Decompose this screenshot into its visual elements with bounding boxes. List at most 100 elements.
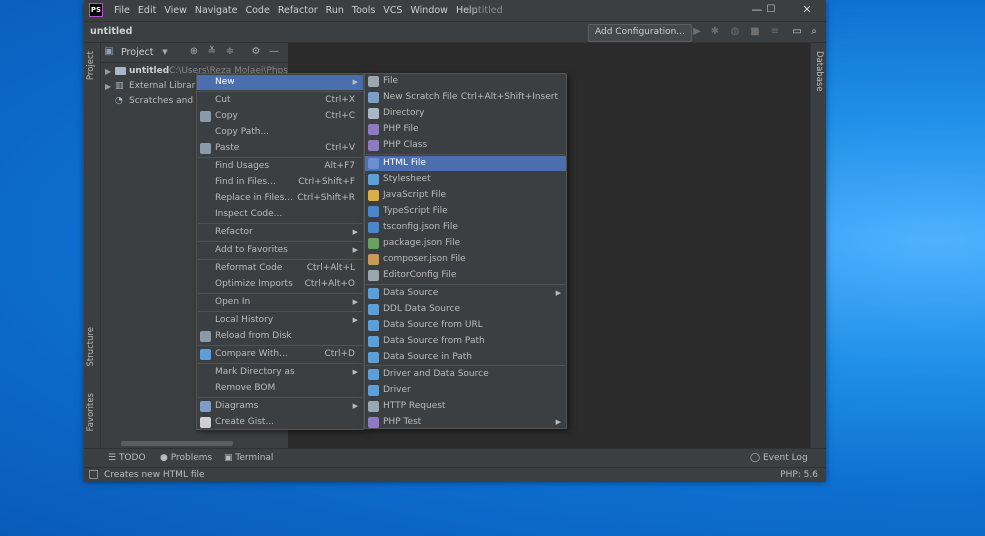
expand-arrow-icon[interactable]: ▶ xyxy=(105,79,111,94)
stop-icon[interactable]: ■ xyxy=(748,25,762,39)
project-view-selector[interactable]: Project xyxy=(121,43,154,62)
run-icon[interactable]: ▶ xyxy=(690,25,704,39)
menu-item-replace-in-files[interactable]: Replace in Files... Ctrl+Shift+R xyxy=(197,191,363,206)
menu-item-label: Data Source from URL xyxy=(383,320,483,330)
menu-navigate[interactable]: Navigate xyxy=(191,0,242,21)
submenu-arrow-icon: ▶ xyxy=(555,418,561,426)
menu-item-tsconfig-json-file[interactable]: tsconfig.json File xyxy=(365,220,566,235)
menu-item-package-json-file[interactable]: package.json File xyxy=(365,236,566,251)
menu-item-php-file[interactable]: PHP File xyxy=(365,122,566,137)
menu-item-stylesheet[interactable]: Stylesheet xyxy=(365,172,566,187)
menu-item-new[interactable]: New ▶ xyxy=(197,75,363,90)
menu-item-remove-bom[interactable]: Remove BOM xyxy=(197,381,363,396)
menu-item-data-source-from-path[interactable]: Data Source from Path xyxy=(365,334,566,349)
database-tool-tab[interactable]: Database xyxy=(814,51,824,92)
menu-separator xyxy=(198,345,362,346)
gear-icon xyxy=(368,270,379,281)
menu-item-compare-with[interactable]: Compare With... Ctrl+D xyxy=(197,347,363,362)
menu-item-mark-directory-as[interactable]: Mark Directory as ▶ xyxy=(197,365,363,380)
gear-icon[interactable]: ⚙ xyxy=(249,45,263,59)
menu-item-new-scratch-file[interactable]: New Scratch File Ctrl+Alt+Shift+Insert xyxy=(365,90,566,105)
title-bar: PS File Edit View Navigate Code Refactor… xyxy=(84,0,826,21)
event-log-tab[interactable]: ◯ Event Log xyxy=(750,449,808,467)
menu-item-shortcut: Ctrl+X xyxy=(325,95,355,105)
maximize-button[interactable]: ☐ xyxy=(754,0,788,21)
terminal-tab[interactable]: ▣ Terminal xyxy=(224,449,273,467)
debug-icon[interactable]: ✱ xyxy=(708,25,722,39)
menu-item-php-test[interactable]: PHP Test ▶ xyxy=(365,415,566,430)
menu-item-composer-json-file[interactable]: composer.json File xyxy=(365,252,566,267)
menu-run[interactable]: Run xyxy=(322,0,348,21)
menu-item-http-request[interactable]: HTTP Request xyxy=(365,399,566,414)
favorites-tool-tab[interactable]: Favorites xyxy=(86,393,96,431)
menu-item-data-source-from-url[interactable]: Data Source from URL xyxy=(365,318,566,333)
layout-icon[interactable]: ▭ xyxy=(790,25,804,39)
hide-icon[interactable]: — xyxy=(267,45,281,59)
expand-arrow-icon[interactable]: ▶ xyxy=(105,64,111,79)
menu-item-directory[interactable]: Directory xyxy=(365,106,566,121)
menu-window[interactable]: Window xyxy=(406,0,451,21)
locate-icon[interactable]: ⊕ xyxy=(187,45,201,59)
search-icon[interactable]: ⌕ xyxy=(807,25,821,39)
css-icon xyxy=(368,174,379,185)
menu-item-data-source[interactable]: Data Source ▶ xyxy=(365,286,566,301)
menu-refactor[interactable]: Refactor xyxy=(274,0,322,21)
menu-tools[interactable]: Tools xyxy=(348,0,379,21)
menu-item-inspect-code[interactable]: Inspect Code... xyxy=(197,207,363,222)
tree-item-label: untitled xyxy=(129,66,170,76)
menu-separator xyxy=(366,154,565,155)
menu-view[interactable]: View xyxy=(160,0,191,21)
menu-item-cut[interactable]: Cut Ctrl+X xyxy=(197,93,363,108)
menu-lines-icon[interactable]: ≡ xyxy=(768,25,782,39)
close-button[interactable]: ✕ xyxy=(790,0,824,21)
menu-code[interactable]: Code xyxy=(241,0,273,21)
menu-file[interactable]: File xyxy=(110,0,134,21)
menu-item-label: Data Source in Path xyxy=(383,352,472,362)
navigation-bar: untitled Add Configuration... ▶ ✱ ◍ ■ ≡ … xyxy=(84,21,826,43)
menu-item-javascript-file[interactable]: JavaScript File xyxy=(365,188,566,203)
menu-item-file[interactable]: File xyxy=(365,74,566,89)
coverage-icon[interactable]: ◍ xyxy=(728,25,742,39)
menu-item-ddl-data-source[interactable]: DDL Data Source xyxy=(365,302,566,317)
problems-tab[interactable]: ● Problems xyxy=(160,449,212,467)
submenu-arrow-icon: ▶ xyxy=(352,298,358,306)
menu-item-copy-path[interactable]: Copy Path... xyxy=(197,125,363,140)
breadcrumb[interactable]: untitled xyxy=(90,22,132,42)
todo-tab[interactable]: ☰ TODO xyxy=(108,449,146,467)
menu-item-open-in[interactable]: Open In ▶ xyxy=(197,295,363,310)
php-version-indicator[interactable]: PHP: 5.6 xyxy=(780,468,818,482)
expand-all-icon[interactable]: ≚ xyxy=(205,45,219,59)
add-configuration-button[interactable]: Add Configuration... xyxy=(588,24,692,42)
menu-item-optimize-imports[interactable]: Optimize Imports Ctrl+Alt+O xyxy=(197,277,363,292)
menu-edit[interactable]: Edit xyxy=(134,0,160,21)
phpstorm-logo-icon: PS xyxy=(89,3,103,17)
menu-item-copy[interactable]: Copy Ctrl+C xyxy=(197,109,363,124)
collapse-all-icon[interactable]: ≑ xyxy=(223,45,237,59)
menu-item-local-history[interactable]: Local History ▶ xyxy=(197,313,363,328)
horizontal-scrollbar[interactable] xyxy=(121,441,233,446)
menu-item-driver[interactable]: Driver xyxy=(365,383,566,398)
menu-item-find-in-files[interactable]: Find in Files... Ctrl+Shift+F xyxy=(197,175,363,190)
project-tool-tab[interactable]: Project xyxy=(86,51,96,80)
menu-item-find-usages[interactable]: Find Usages Alt+F7 xyxy=(197,159,363,174)
menu-item-create-gist[interactable]: Create Gist... xyxy=(197,415,363,430)
menu-item-paste[interactable]: Paste Ctrl+V xyxy=(197,141,363,156)
scissors-icon xyxy=(200,95,211,106)
menu-item-editorconfig-file[interactable]: EditorConfig File xyxy=(365,268,566,283)
chevron-down-icon[interactable]: ▼ xyxy=(158,45,172,59)
menu-vcs[interactable]: VCS xyxy=(379,0,406,21)
menu-item-label: File xyxy=(383,76,399,86)
menu-item-refactor[interactable]: Refactor ▶ xyxy=(197,225,363,240)
menu-item-add-to-favorites[interactable]: Add to Favorites ▶ xyxy=(197,243,363,258)
menu-item-diagrams[interactable]: Diagrams ▶ xyxy=(197,399,363,414)
tsconfig-icon xyxy=(368,222,379,233)
menu-item-reload-from-disk[interactable]: Reload from Disk xyxy=(197,329,363,344)
menu-item-driver-and-data-source[interactable]: Driver and Data Source xyxy=(365,367,566,382)
menu-item-php-class[interactable]: PHP Class xyxy=(365,138,566,153)
toggle-tool-windows-icon[interactable] xyxy=(89,470,98,479)
menu-item-data-source-in-path[interactable]: Data Source in Path xyxy=(365,350,566,365)
structure-tool-tab[interactable]: Structure xyxy=(86,327,96,367)
menu-item-typescript-file[interactable]: TypeScript File xyxy=(365,204,566,219)
menu-item-html-file[interactable]: HTML File xyxy=(365,156,566,171)
menu-item-reformat-code[interactable]: Reformat Code Ctrl+Alt+L xyxy=(197,261,363,276)
